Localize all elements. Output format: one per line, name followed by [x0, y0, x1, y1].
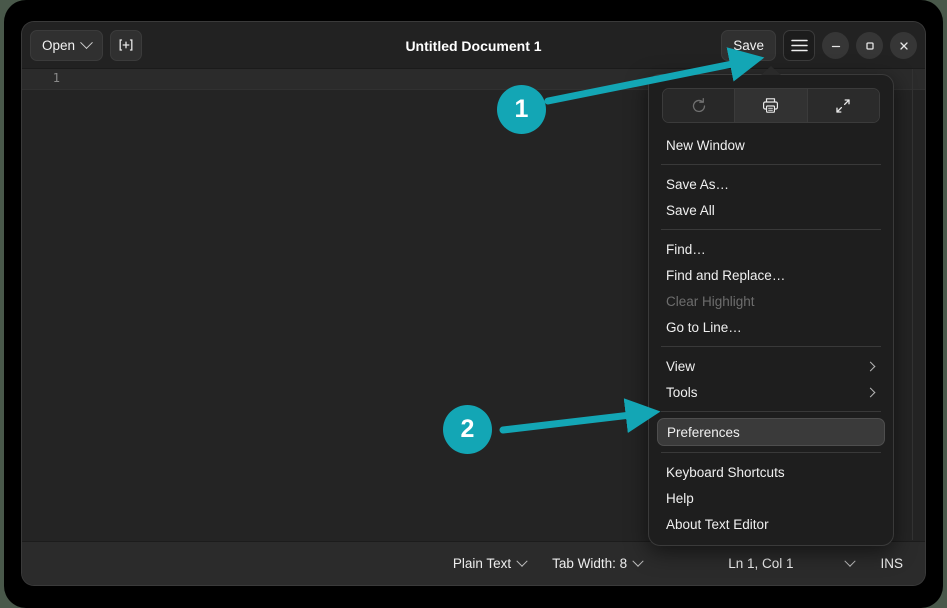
chevron-down-icon [80, 36, 93, 49]
popup-pointer [761, 66, 781, 75]
annotation-badge-1: 1 [497, 85, 546, 134]
save-button[interactable]: Save [721, 30, 776, 61]
minimize-button[interactable] [822, 32, 849, 59]
menu-separator [661, 164, 881, 165]
menu-item-go-to-line[interactable]: Go to Line… [657, 314, 885, 340]
open-button-label: Open [42, 38, 75, 53]
scrollbar-track[interactable] [912, 69, 913, 540]
language-label: Plain Text [453, 556, 511, 571]
new-tab-icon [118, 37, 134, 53]
tab-width-label: Tab Width: 8 [552, 556, 627, 571]
chevron-down-icon [516, 555, 527, 566]
menu-item-label: New Window [666, 138, 745, 153]
menu-item-label: Tools [666, 385, 698, 400]
maximize-icon [864, 40, 876, 52]
menu-item-view[interactable]: View [657, 353, 885, 379]
open-button[interactable]: Open [30, 30, 103, 61]
menu-item-label: Clear Highlight [666, 294, 755, 309]
menu-item-save-all[interactable]: Save All [657, 197, 885, 223]
menu-item-label: Save As… [666, 177, 729, 192]
menu-item-label: View [666, 359, 695, 374]
close-icon [898, 40, 910, 52]
menu-item-keyboard-shortcuts[interactable]: Keyboard Shortcuts [657, 459, 885, 485]
chevron-down-icon [633, 555, 644, 566]
main-menu-popup: New Window Save As… Save All Find… Find … [648, 74, 894, 546]
header-left-controls: Open [30, 30, 142, 61]
print-icon [761, 96, 780, 115]
insert-mode-indicator: INS [880, 556, 903, 571]
menu-item-clear-highlight: Clear Highlight [657, 288, 885, 314]
menu-item-find[interactable]: Find… [657, 236, 885, 262]
language-selector[interactable]: Plain Text [453, 556, 526, 571]
menu-item-label: Find… [666, 242, 706, 257]
fullscreen-icon [834, 97, 852, 115]
hamburger-menu-button[interactable] [783, 30, 815, 61]
print-button[interactable] [735, 89, 807, 122]
menu-item-save-as[interactable]: Save As… [657, 171, 885, 197]
close-button[interactable] [890, 32, 917, 59]
menu-item-find-and-replace[interactable]: Find and Replace… [657, 262, 885, 288]
hamburger-menu-icon [791, 39, 808, 52]
menu-item-label: Preferences [667, 425, 740, 440]
new-tab-button[interactable] [110, 30, 142, 61]
menu-item-label: Go to Line… [666, 320, 742, 335]
menu-item-label: Help [666, 491, 694, 506]
cursor-position-selector[interactable]: Ln 1, Col 1 [728, 556, 854, 571]
menu-separator [661, 229, 881, 230]
menu-item-help[interactable]: Help [657, 485, 885, 511]
save-button-label: Save [733, 38, 764, 53]
menu-item-about[interactable]: About Text Editor [657, 511, 885, 537]
minimize-icon [830, 40, 842, 52]
status-bar: Plain Text Tab Width: 8 Ln 1, Col 1 INS [22, 541, 925, 585]
menu-item-new-window[interactable]: New Window [657, 132, 885, 158]
menu-item-label: Find and Replace… [666, 268, 785, 283]
tab-width-selector[interactable]: Tab Width: 8 [552, 556, 642, 571]
menu-toolbar [662, 88, 880, 123]
header-bar: Open Untitled Document 1 Save [22, 22, 925, 69]
line-number-gutter: 1 [22, 71, 60, 85]
menu-separator [661, 411, 881, 412]
menu-item-label: Keyboard Shortcuts [666, 465, 785, 480]
reload-button[interactable] [663, 89, 735, 122]
header-right-controls: Save [721, 22, 917, 69]
insert-mode-label: INS [880, 556, 903, 571]
menu-item-preferences[interactable]: Preferences [657, 418, 885, 446]
screen: Open Untitled Document 1 Save [0, 0, 947, 608]
chevron-right-icon [866, 361, 876, 371]
menu-item-label: Save All [666, 203, 715, 218]
menu-separator [661, 452, 881, 453]
annotation-badge-2: 2 [443, 405, 492, 454]
chevron-right-icon [866, 387, 876, 397]
maximize-button[interactable] [856, 32, 883, 59]
menu-item-tools[interactable]: Tools [657, 379, 885, 405]
menu-separator [661, 346, 881, 347]
reload-icon [690, 97, 708, 115]
chevron-down-icon [845, 555, 856, 566]
fullscreen-button[interactable] [808, 89, 879, 122]
cursor-position-label: Ln 1, Col 1 [728, 556, 793, 571]
menu-item-label: About Text Editor [666, 517, 769, 532]
